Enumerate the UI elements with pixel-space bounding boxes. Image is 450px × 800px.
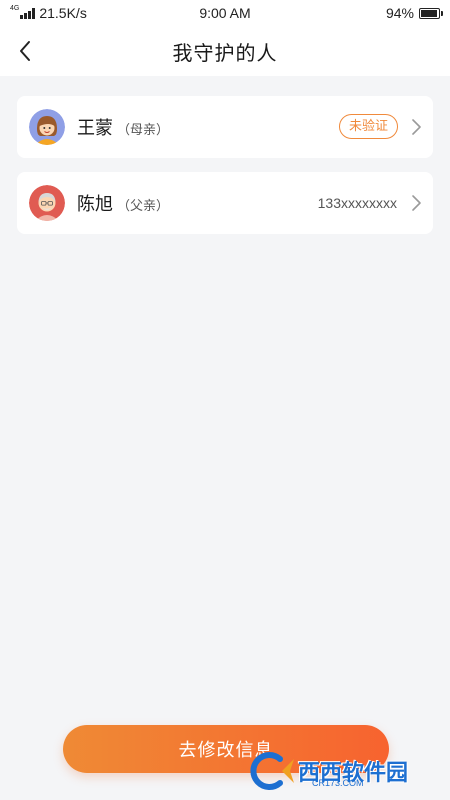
chevron-right-icon <box>412 119 421 135</box>
person-name: 王蒙 （母亲） <box>77 114 169 140</box>
person-name: 陈旭 （父亲） <box>77 190 169 216</box>
guardian-card-mother[interactable]: 王蒙 （母亲） 未验证 <box>17 96 433 158</box>
relation-text: （父亲） <box>117 199 170 214</box>
watermark-subtext: CR173.COM <box>312 778 364 788</box>
unverified-badge[interactable]: 未验证 <box>338 114 398 139</box>
elderly-male-avatar-icon <box>29 185 65 221</box>
battery-icon <box>419 7 443 19</box>
phone-number: 133xxxxxxxx <box>317 195 397 211</box>
guardian-card-father[interactable]: 陈旭 （父亲） 133xxxxxxxx <box>17 172 433 234</box>
chevron-right-icon <box>412 195 421 211</box>
battery-fill <box>421 9 437 17</box>
back-button[interactable] <box>8 34 42 68</box>
battery-percent: 94% <box>385 5 414 21</box>
status-bar: 4G 21.5K/s 9:00 AM 94% <box>0 0 450 26</box>
clock: 9:00 AM <box>199 5 251 21</box>
watermark-icon <box>250 752 294 790</box>
female-avatar-icon <box>29 109 65 145</box>
battery-status: 94% <box>385 5 443 21</box>
chevron-left-icon <box>20 41 30 61</box>
relation-text: （母亲） <box>117 123 170 138</box>
name-text: 王蒙 <box>77 118 113 139</box>
page-title: 我守护的人 <box>172 40 278 65</box>
nav-bar: 我守护的人 <box>0 26 450 76</box>
name-text: 陈旭 <box>77 194 113 215</box>
watermark-logo: 西西软件园 CR173.COM <box>250 748 440 794</box>
